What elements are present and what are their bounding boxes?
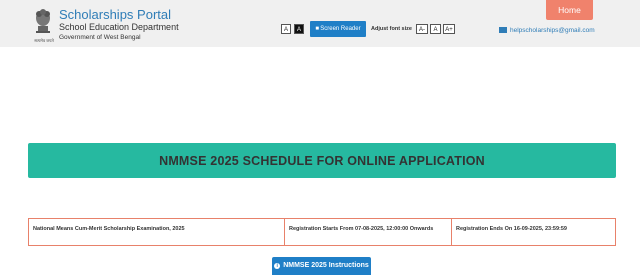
help-email-text: helpscholarships@gmail.com xyxy=(510,27,595,34)
schedule-banner: NMMSE 2025 SCHEDULE FOR ONLINE APPLICATI… xyxy=(28,143,616,178)
envelope-icon xyxy=(499,27,507,33)
help-email-link[interactable]: helpscholarships@gmail.com xyxy=(499,27,595,34)
home-button[interactable]: Home xyxy=(546,0,593,20)
registration-end-cell: Registration Ends On 16-09-2025, 23:59:5… xyxy=(451,219,615,245)
reset-font-button[interactable]: A xyxy=(430,24,441,34)
department-name: School Education Department xyxy=(59,22,179,32)
exam-name-cell: National Means Cum-Merit Scholarship Exa… xyxy=(33,226,185,232)
emblem-caption: सत्यमेव जयते xyxy=(34,38,54,43)
government-name: Government of West Bengal xyxy=(59,34,141,41)
info-icon: i xyxy=(274,263,281,269)
state-emblem-icon xyxy=(36,9,50,33)
registration-start-cell: Registration Starts From 07-08-2025, 12:… xyxy=(284,219,451,245)
banner-title: NMMSE 2025 SCHEDULE FOR ONLINE APPLICATI… xyxy=(159,153,485,168)
increase-font-button[interactable]: A+ xyxy=(443,24,455,34)
screen-reader-button[interactable]: ■ Screen Reader xyxy=(310,21,366,37)
high-contrast-button[interactable]: A xyxy=(294,24,304,34)
portal-title[interactable]: Scholarships Portal xyxy=(59,7,171,22)
schedule-table: National Means Cum-Merit Scholarship Exa… xyxy=(28,218,616,246)
decrease-font-button[interactable]: A- xyxy=(416,24,428,34)
instructions-label: NMMSE 2025 Instructions xyxy=(283,262,369,269)
screen-reader-label: Screen Reader xyxy=(320,26,361,32)
site-header: सत्यमेव जयते Scholarships Portal School … xyxy=(0,0,640,47)
adjust-font-label: Adjust font size xyxy=(371,26,412,32)
normal-contrast-button[interactable]: A xyxy=(281,24,291,34)
instructions-button[interactable]: i NMMSE 2025 Instructions xyxy=(272,257,371,275)
